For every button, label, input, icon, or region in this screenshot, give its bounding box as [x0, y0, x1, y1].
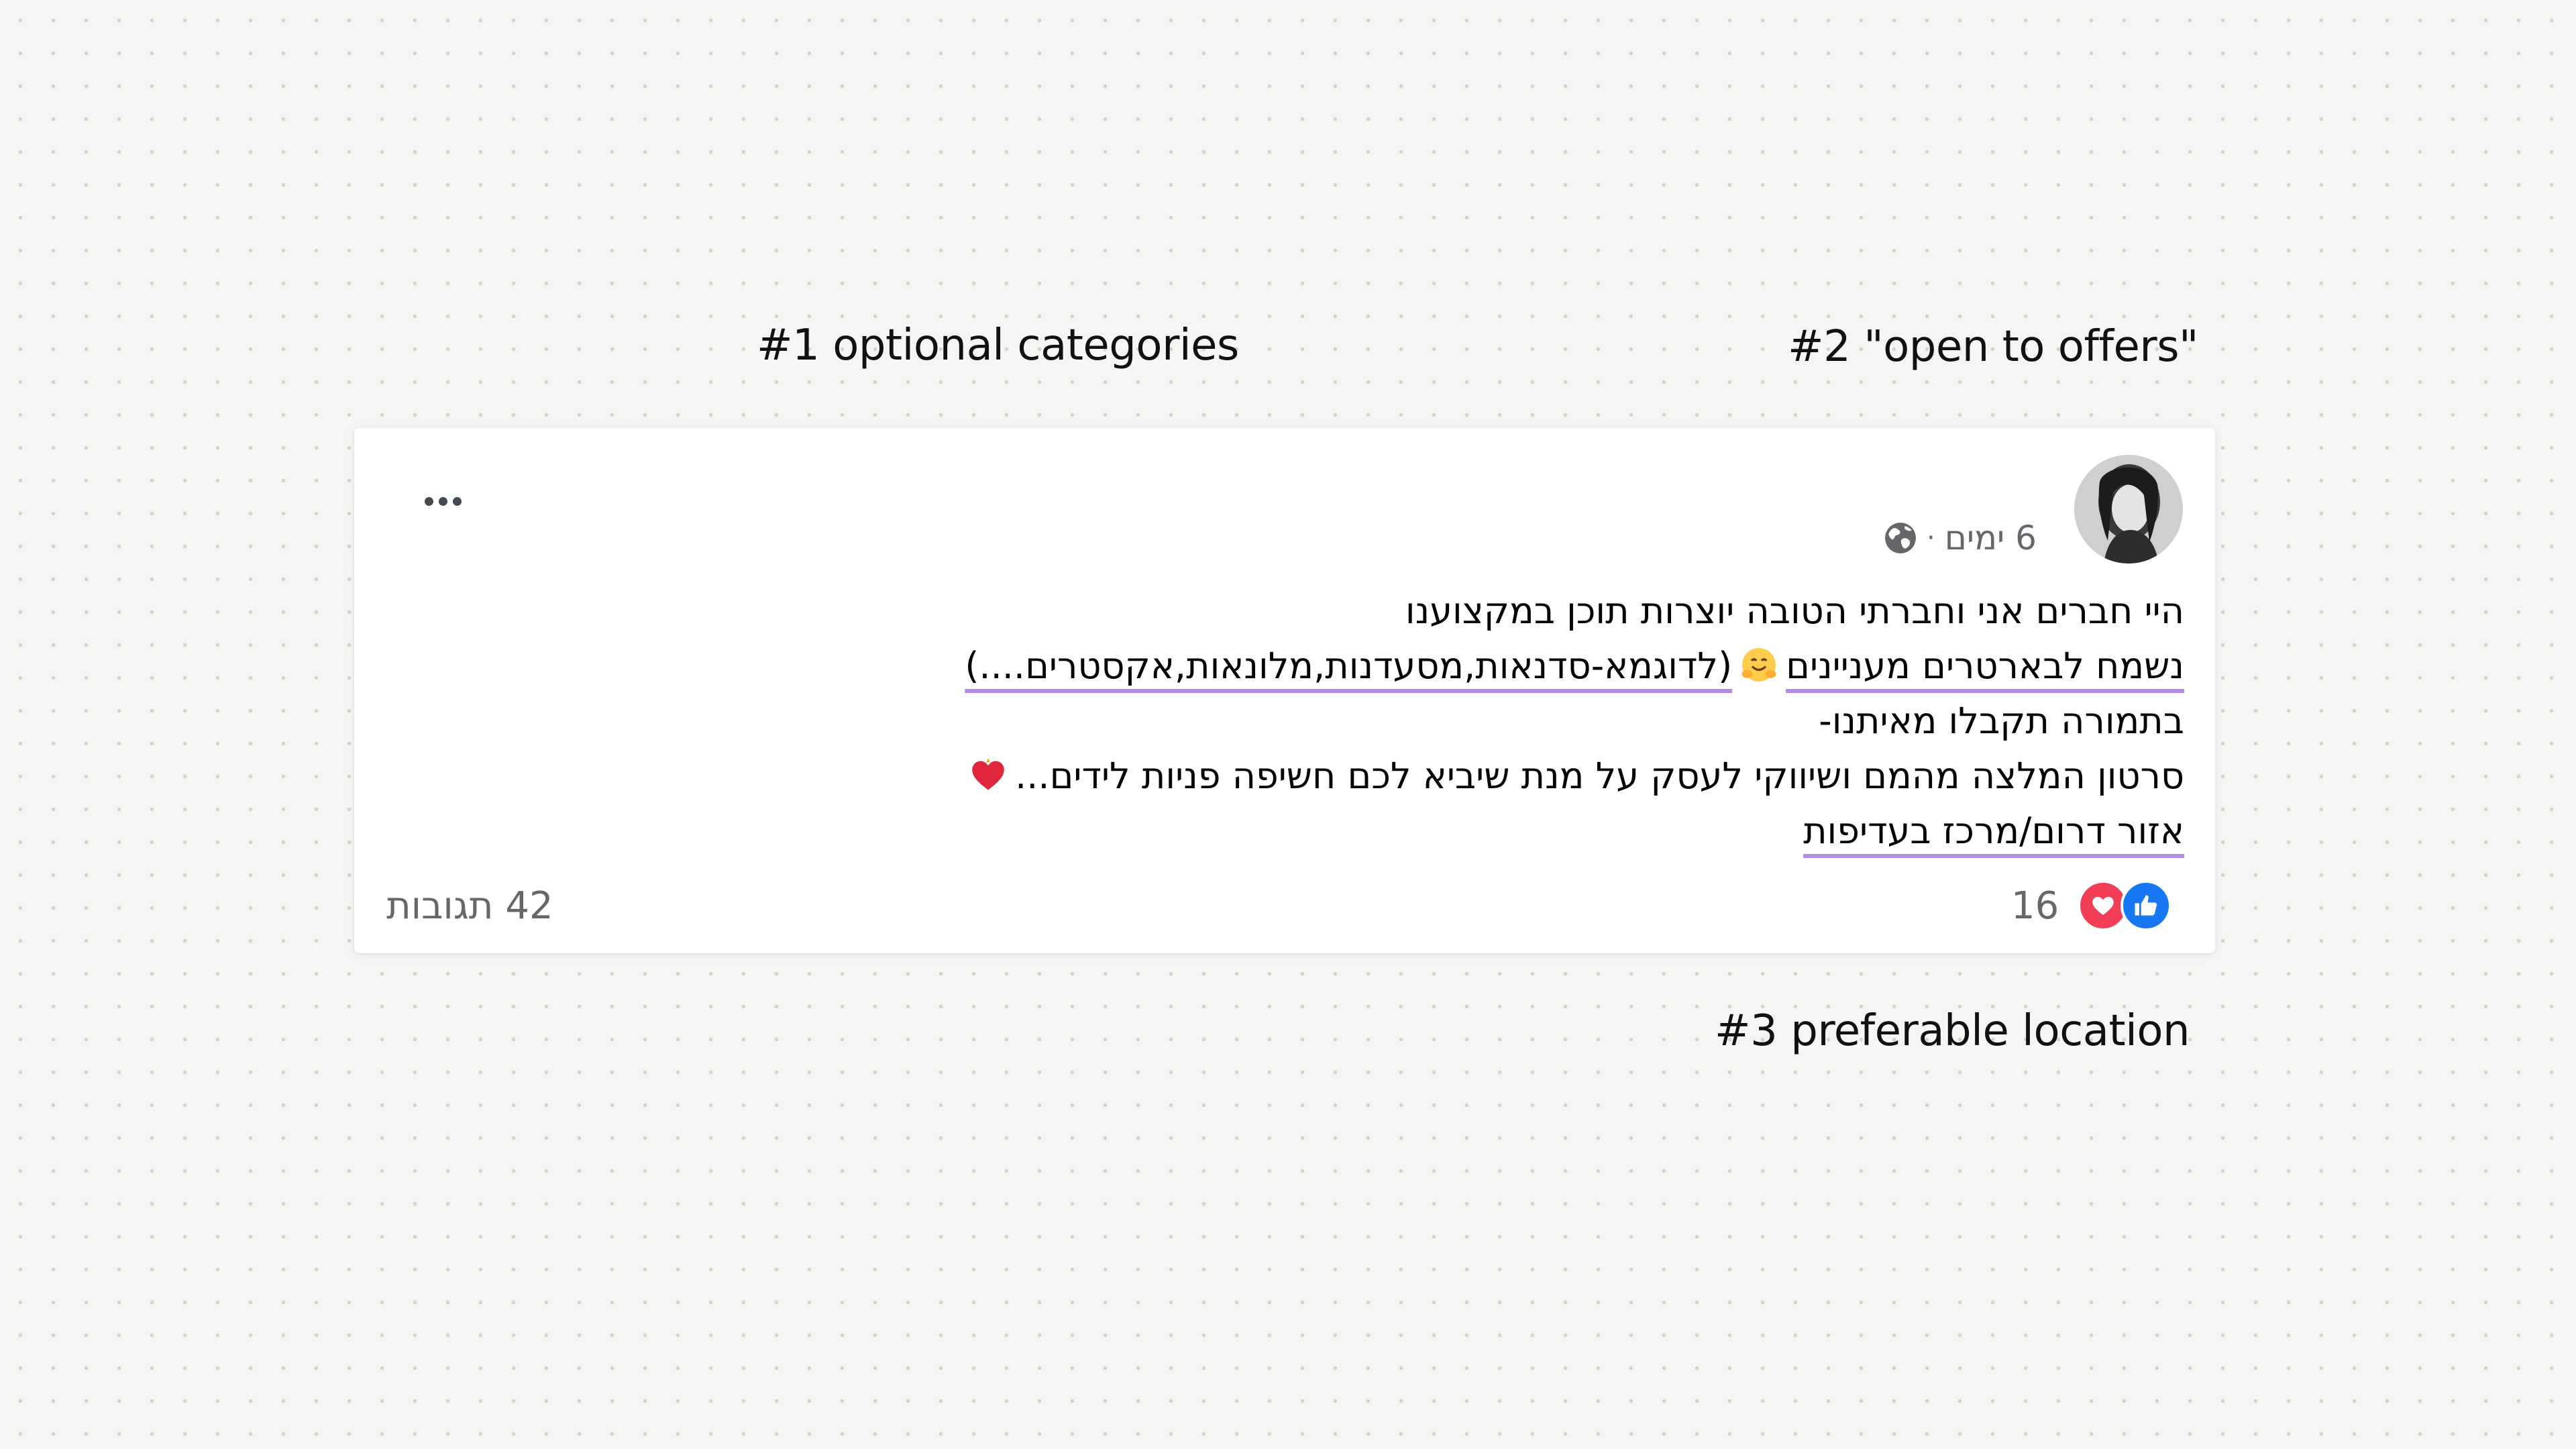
post-text: היי חברים אני וחברתי הטובה יוצרות תוכן ב…: [757, 584, 2184, 859]
thumbs-up-icon: [2135, 895, 2157, 916]
annotation-preferable-location: #3 preferable location: [1715, 1006, 2190, 1056]
avatar-image: [2074, 455, 2183, 564]
comments-count[interactable]: 42 תגובות: [386, 884, 553, 931]
more-options-button[interactable]: [416, 484, 470, 518]
annotation-open-to-offers: #2 "open to offers": [1788, 322, 2198, 372]
post-line-location: אזור דרום/מרכז בעדיפות: [757, 804, 2184, 859]
post-line-greeting: היי חברים אני וחברתי הטובה יוצרות תוכן ב…: [1405, 590, 2184, 632]
dot-icon: [452, 496, 462, 506]
meta-separator: ·: [1927, 523, 1935, 553]
annotation-categories: #1 optional categories: [757, 321, 1239, 370]
categories-text: (לדוגמא-סדנאות,מסעדנות,מלונאות,אקסטרים..…: [965, 645, 1733, 687]
post-card: 6 ימים · היי חברים אני וחברתי הטובה יוצר…: [354, 428, 2215, 953]
reaction-count: 16: [2011, 883, 2059, 928]
heart-icon: [2092, 896, 2114, 915]
post-line-in-return: בתמורה תקבלו מאיתנו-: [1819, 700, 2184, 742]
reactions-summary[interactable]: 16: [2011, 879, 2172, 932]
post-line-video: סרטון המלצה מהמם ושיווקי לעסק על מנת שיב…: [757, 749, 2184, 804]
post-meta: 6 ימים ·: [1884, 517, 2045, 559]
video-text: סרטון המלצה מהמם ושיווקי לעסק על מנת שיב…: [1015, 755, 2184, 797]
avatar[interactable]: [2074, 455, 2183, 564]
like-reaction-icon: [2121, 880, 2172, 931]
dot-icon: [438, 496, 447, 506]
red-heart-emoji: [972, 758, 1004, 790]
hugging-face-emoji: [1741, 648, 1776, 682]
post-line-offer: נשמח לבארטרים מעניינים (לדוגמא-סדנאות,מס…: [757, 639, 2184, 694]
offer-text: נשמח לבארטרים מעניינים: [1786, 645, 2184, 687]
dot-icon: [424, 496, 433, 506]
post-time[interactable]: 6 ימים: [1945, 519, 2037, 557]
globe-icon: [1885, 523, 1916, 553]
location-text: אזור דרום/מרכז בעדיפות: [1803, 810, 2184, 852]
